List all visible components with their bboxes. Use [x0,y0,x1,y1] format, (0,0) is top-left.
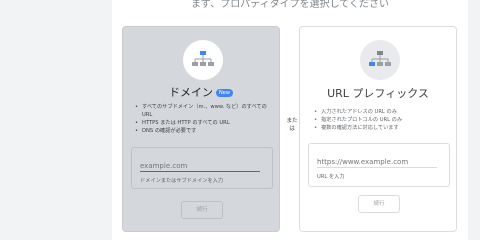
url-input-box: URL を入力 [308,143,450,187]
url-prefix-title: URL プレフィックス [327,87,429,100]
property-type-dialog: まず、プロパティタイプを選択してください ドメインNew すべてのサブドメイン（… [112,0,468,240]
domain-title: ドメイン New [123,84,279,100]
or-separator: または [286,118,298,132]
url-input-underline [317,167,437,168]
domain-input-box: ドメインまたはサブドメインを入力 [131,147,273,189]
sitemap-icon [192,51,214,66]
new-badge: New [216,89,233,97]
domain-continue-button[interactable]: 続行 [181,201,223,219]
sitemap-icon [369,51,391,66]
domain-input-helper: ドメインまたはサブドメインを入力 [140,178,224,184]
dialog-heading: まず、プロパティタイプを選択してください [190,0,390,10]
url-bullet-list: 入力されたアドレスの URL のみ 指定されたプロトコルの URL のみ 複数の… [314,108,454,132]
domain-bullet: HTTPS または HTTP のすべての URL [135,119,275,127]
domain-input[interactable] [140,160,262,171]
url-input[interactable] [317,156,439,167]
domain-title-text: ドメイン [169,86,214,99]
domain-bullet-list: すべてのサブドメイン（m.、www. など）のすべての URL HTTPS また… [135,103,275,135]
domain-icon-circle [183,40,223,80]
url-bullet: 指定されたプロトコルの URL のみ [314,116,454,124]
url-bullet: 複数の確認方法に対応しています [314,124,454,132]
domain-card[interactable]: ドメインNew すべてのサブドメイン（m.、www. など）のすべての URL … [122,26,280,232]
domain-bullet: すべてのサブドメイン（m.、www. など）のすべての URL [135,103,275,119]
url-input-helper: URL を入力 [317,174,345,180]
domain-input-underline [140,171,260,172]
url-icon-circle [360,40,400,80]
url-continue-button[interactable]: 続行 [358,195,400,213]
url-bullet: 入力されたアドレスの URL のみ [314,108,454,116]
domain-bullet: DNS の確認が必要です [135,127,275,135]
url-prefix-card[interactable]: URL プレフィックス 入力されたアドレスの URL のみ 指定されたプロトコル… [299,26,457,232]
